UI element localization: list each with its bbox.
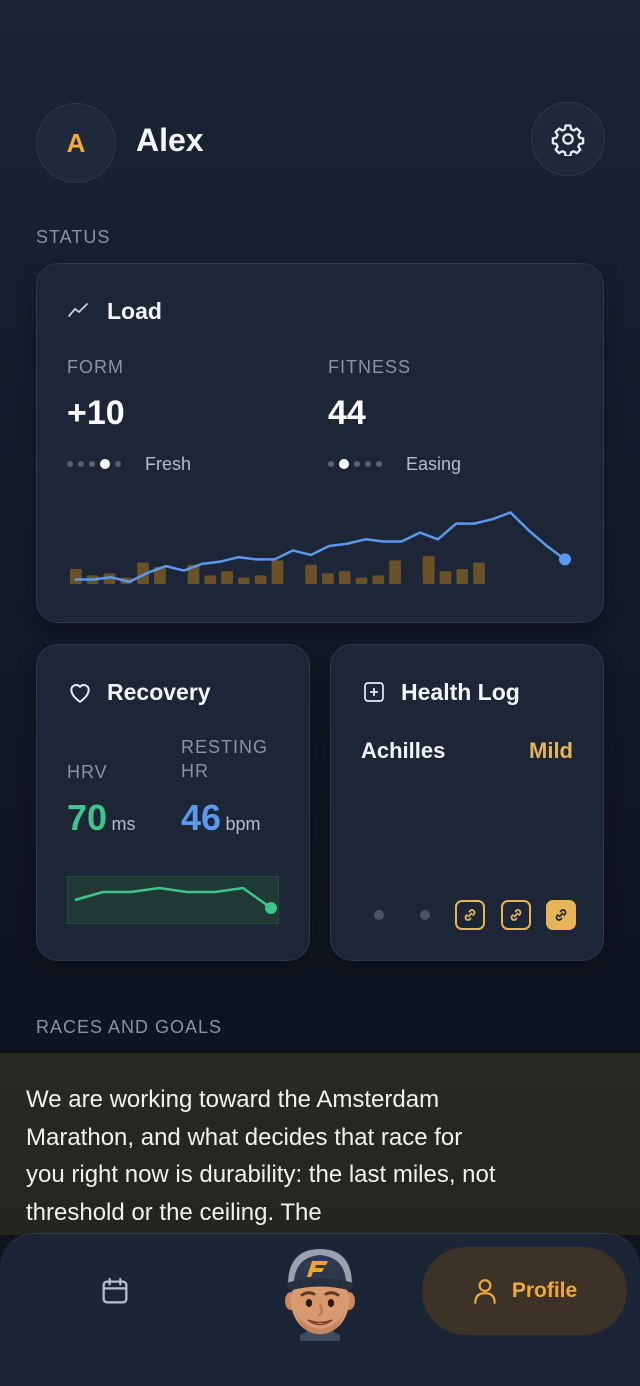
load-bar <box>456 569 469 584</box>
settings-button[interactable] <box>531 102 605 176</box>
scale-dot <box>365 461 371 467</box>
injury-severity: Mild <box>529 738 573 763</box>
avatar-initial: A <box>66 127 86 158</box>
fitness-state: Easing <box>406 454 462 474</box>
recovery-card[interactable]: Recovery HRV RESTING HR 70 ms 46 bpm <box>36 644 310 961</box>
load-bar <box>70 569 82 584</box>
load-bar <box>439 571 452 584</box>
hrv-unit: ms <box>111 814 136 834</box>
form-label: FORM <box>67 357 124 377</box>
scale-dot <box>354 461 360 467</box>
health-log-card[interactable]: Health Log Achilles Mild <box>330 644 604 961</box>
hrv-sparkline <box>67 876 279 924</box>
fitness-line <box>75 511 566 584</box>
load-chart <box>70 511 571 584</box>
fitness-line-endpoint <box>559 553 571 566</box>
form-value: +10 <box>67 394 125 432</box>
nav-profile-button[interactable]: Profile <box>422 1247 627 1335</box>
avatar[interactable]: A <box>36 103 116 183</box>
coach-avatar <box>285 1249 355 1341</box>
hrv-value: 70 <box>67 797 108 838</box>
load-bar <box>422 556 435 584</box>
fitness-label: FITNESS <box>328 357 412 377</box>
rhr-reading: 46 bpm <box>181 797 261 839</box>
gear-icon <box>551 124 585 156</box>
history-dot <box>420 910 430 920</box>
history-dot <box>374 910 384 920</box>
scale-dot-active <box>339 459 349 469</box>
user-name: Alex <box>136 122 204 158</box>
load-bar <box>254 575 267 584</box>
load-bar <box>238 577 250 584</box>
person-icon <box>474 1279 496 1304</box>
link-icon[interactable] <box>455 900 485 930</box>
form-scale <box>67 458 121 470</box>
health-log-title: Health Log <box>401 679 520 705</box>
calendar-icon <box>102 1277 128 1304</box>
load-bar <box>305 564 317 584</box>
hrv-line-endpoint <box>265 902 277 914</box>
load-bar <box>338 571 351 584</box>
scale-dot <box>376 461 382 467</box>
trend-icon <box>68 303 88 317</box>
load-bar <box>271 560 284 584</box>
load-title: Load <box>107 298 162 324</box>
resting-hr-label: RESTING HR <box>181 737 269 781</box>
nav-calendar-button[interactable] <box>99 1275 131 1312</box>
load-bar <box>372 575 385 584</box>
load-bar <box>322 573 334 584</box>
link-icon[interactable] <box>546 900 576 930</box>
heart-icon <box>70 684 90 703</box>
rhr-unit: bpm <box>225 814 261 834</box>
hrv-label: HRV <box>67 762 108 782</box>
recovery-title: Recovery <box>107 679 211 705</box>
profile-label: Profile <box>511 1279 578 1302</box>
load-card[interactable]: Load FORM +10 Fresh FITNESS 44 Easing <box>36 263 604 623</box>
hrv-reading: 70 ms <box>67 797 136 839</box>
form-state: Fresh <box>145 454 192 474</box>
scale-dot <box>328 461 334 467</box>
section-label-status: STATUS <box>36 227 111 247</box>
scale-dot <box>78 461 84 467</box>
scale-dot <box>89 461 95 467</box>
nav-coach-button[interactable] <box>278 1243 362 1346</box>
injury-name: Achilles <box>361 738 446 763</box>
scale-dot-active <box>100 459 110 469</box>
load-bar <box>355 577 368 584</box>
load-bar <box>389 560 401 584</box>
scale-dot <box>67 461 73 467</box>
hrv-band <box>67 876 279 924</box>
fitness-scale <box>328 458 382 470</box>
load-bar <box>221 571 233 584</box>
load-bar <box>473 562 485 584</box>
rhr-value: 46 <box>181 797 222 838</box>
plus-square-icon <box>364 682 384 702</box>
link-icon[interactable] <box>501 900 531 930</box>
fitness-value: 44 <box>328 394 366 432</box>
section-label-races: RACES AND GOALS <box>36 1017 223 1037</box>
coach-message: We are working toward the Amsterdam Mara… <box>0 1053 640 1235</box>
load-bar <box>204 575 217 584</box>
scale-dot <box>115 461 121 467</box>
coach-message-text: We are working toward the Amsterdam Mara… <box>26 1086 496 1226</box>
